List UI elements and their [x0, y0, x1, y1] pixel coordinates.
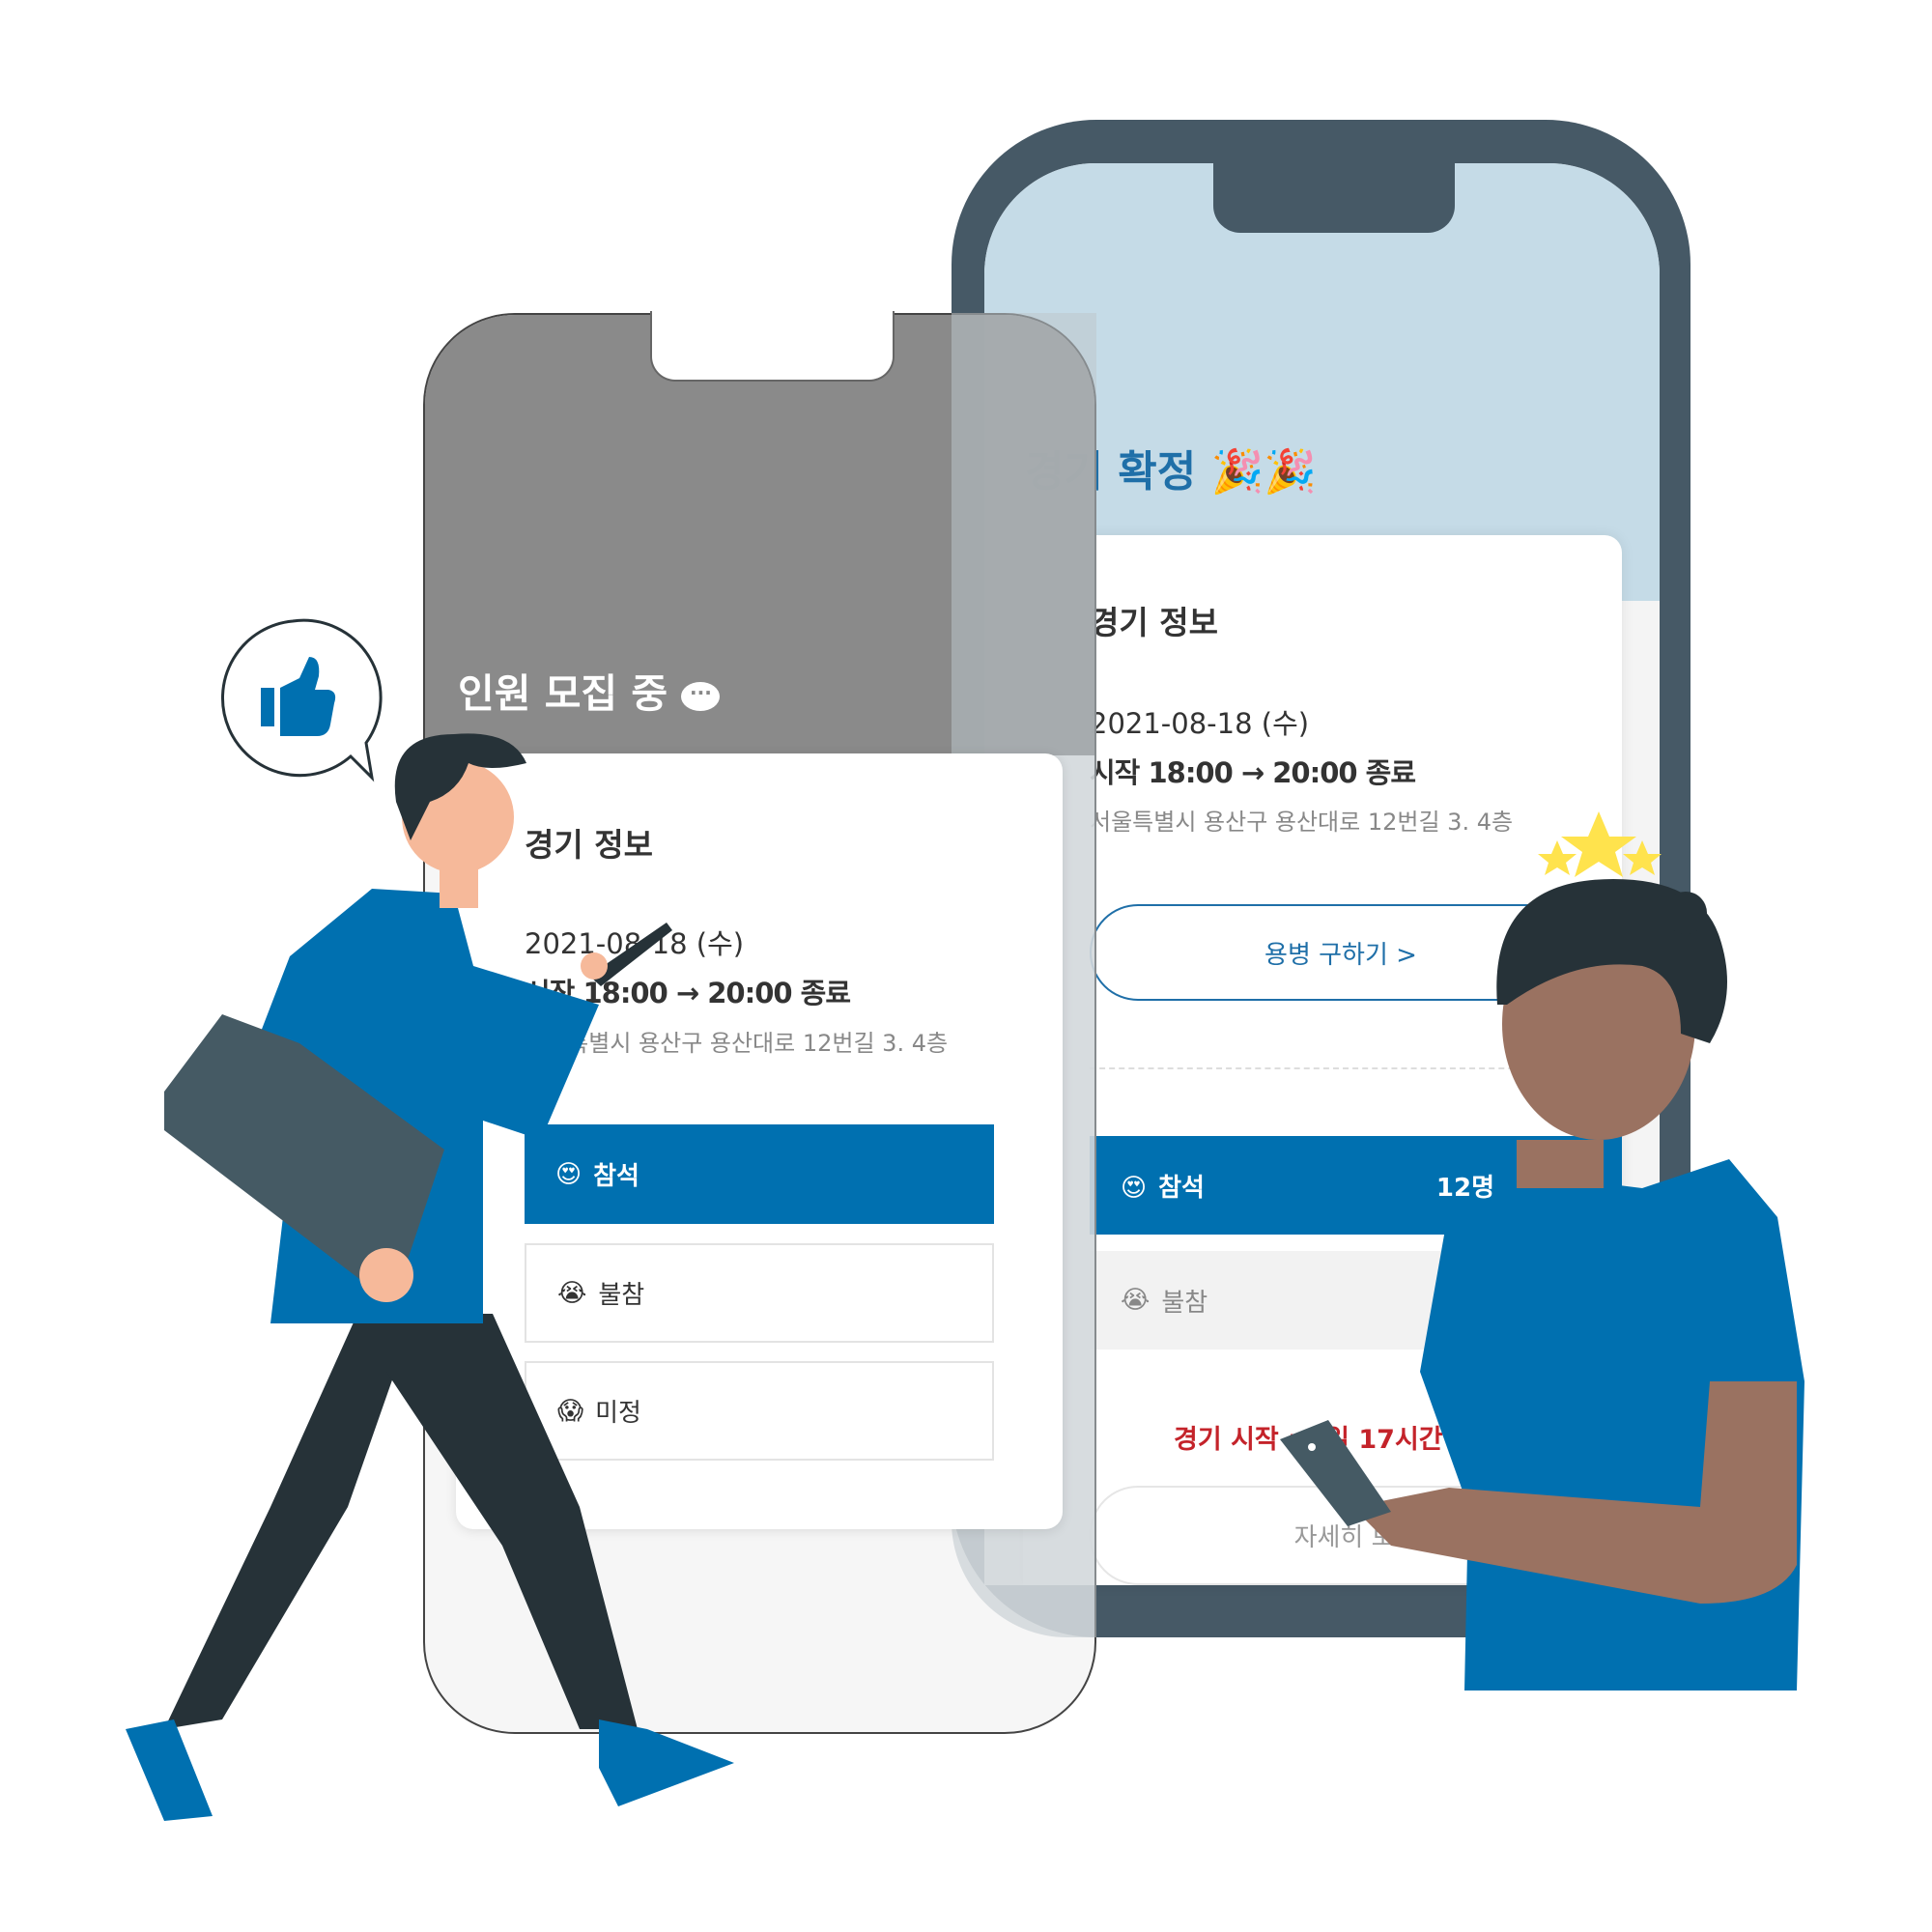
illustration-layer — [126, 618, 1804, 1821]
thumbs-up-bubble — [220, 618, 383, 782]
stars-icon — [1538, 811, 1662, 877]
person-with-phone-illustration — [1280, 879, 1804, 1690]
man-with-bag-illustration — [126, 733, 734, 1821]
